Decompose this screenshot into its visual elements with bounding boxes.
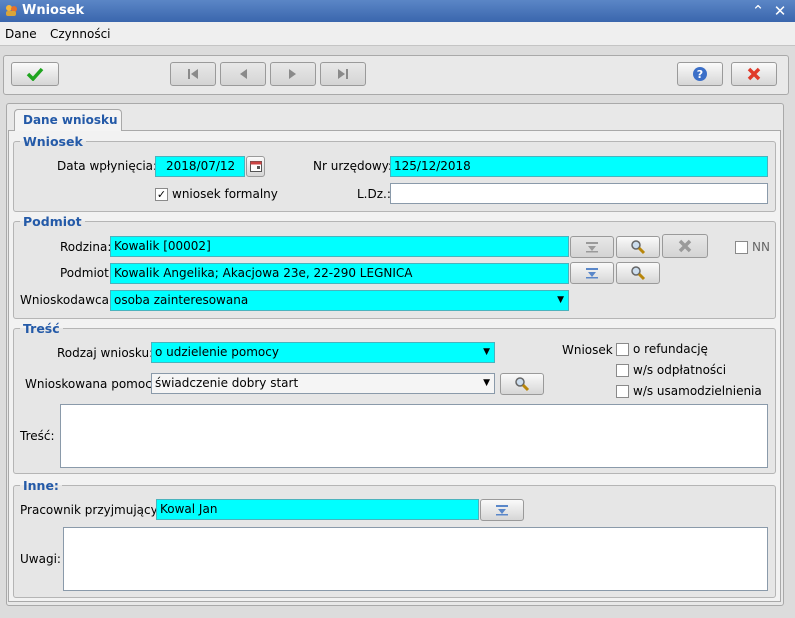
- tresc-textarea[interactable]: [60, 404, 768, 468]
- search-icon: [631, 266, 646, 281]
- refundacja-label: o refundację: [633, 342, 708, 356]
- prev-record-button[interactable]: [220, 62, 266, 86]
- select-list-icon: [496, 505, 508, 516]
- refundacja-checkbox[interactable]: [616, 343, 629, 356]
- check-icon: [26, 67, 44, 81]
- ldz-label: L.Dz.:: [357, 187, 391, 201]
- wnioskowana-pomoc-value: świadczenie dobry start: [155, 376, 299, 390]
- podmiot-search-button[interactable]: [616, 262, 660, 284]
- rodzina-clear-button[interactable]: [662, 234, 708, 258]
- delete-icon: [678, 239, 692, 253]
- first-record-button[interactable]: [170, 62, 216, 86]
- close-icon: [747, 67, 761, 81]
- podmiot-label: Podmiot:: [60, 266, 113, 280]
- skip-first-icon: [188, 69, 198, 79]
- data-wplyniecia-field[interactable]: 2018/07/12: [155, 156, 245, 177]
- data-wplyniecia-label: Data wpłynięcia:: [57, 159, 158, 173]
- chevron-down-icon: ▼: [483, 378, 490, 388]
- chevron-down-icon: ▼: [483, 347, 490, 357]
- chevron-down-icon: ▼: [557, 295, 564, 305]
- rodzaj-wniosku-label: Rodzaj wniosku:: [57, 346, 154, 360]
- menu-dane[interactable]: Dane: [5, 27, 37, 41]
- rodzaj-wniosku-select[interactable]: o udzielenie pomocy ▼: [151, 342, 495, 363]
- rodzaj-wniosku-value: o udzielenie pomocy: [155, 345, 279, 359]
- wnioskowana-pomoc-label: Wnioskowana pomoc:: [25, 377, 156, 391]
- group-podmiot-legend: Podmiot: [23, 214, 82, 229]
- wnioskodawca-select[interactable]: osoba zainteresowana ▼: [110, 290, 569, 311]
- podmiot-field[interactable]: Kowalik Angelika; Akacjowa 23e, 22-290 L…: [110, 263, 569, 284]
- nr-urzedowy-field[interactable]: 125/12/2018: [390, 156, 768, 177]
- tresc-label: Treść:: [20, 429, 55, 443]
- close-window-icon[interactable]: ✕: [770, 1, 790, 21]
- search-icon: [631, 240, 646, 255]
- wnioskowana-pomoc-select[interactable]: świadczenie dobry start ▼: [151, 373, 495, 394]
- svg-text:?: ?: [697, 68, 703, 81]
- help-icon: ?: [693, 67, 707, 81]
- usamodzielnienie-label: w/s usamodzielnienia: [633, 384, 762, 398]
- app-icon: [6, 5, 17, 16]
- rodzina-select-button[interactable]: [570, 236, 614, 258]
- select-list-icon: [586, 242, 598, 253]
- group-tresc-legend: Treść: [23, 321, 60, 336]
- group-wniosek-legend: Wniosek: [23, 134, 83, 149]
- title-bar: Wniosek ⌃ ✕: [0, 0, 795, 22]
- rodzina-search-button[interactable]: [616, 236, 660, 258]
- wniosek-formalny-checkbox[interactable]: ✓: [155, 188, 168, 201]
- cancel-button[interactable]: [731, 62, 777, 86]
- wniosek-options-label: Wniosek: [562, 343, 613, 357]
- window-title: Wniosek: [22, 3, 85, 18]
- odplatnosc-label: w/s odpłatności: [633, 363, 727, 377]
- wniosek-formalny-label: wniosek formalny: [172, 187, 278, 201]
- group-inne-legend: Inne:: [23, 478, 59, 493]
- uwagi-label: Uwagi:: [20, 552, 61, 566]
- menu-czynnosci[interactable]: Czynności: [50, 27, 111, 41]
- ldz-field[interactable]: [390, 183, 768, 204]
- pracownik-field[interactable]: Kowal Jan: [156, 499, 479, 520]
- minimize-icon[interactable]: ⌃: [748, 1, 768, 21]
- rodzina-label: Rodzina:: [60, 240, 112, 254]
- wnioskodawca-value: osoba zainteresowana: [114, 293, 249, 307]
- wnioskodawca-label: Wnioskodawca:: [20, 293, 114, 307]
- next-record-button[interactable]: [270, 62, 316, 86]
- pomoc-search-button[interactable]: [500, 373, 544, 395]
- rodzina-field[interactable]: Kowalik [00002]: [110, 236, 569, 257]
- calendar-button[interactable]: [246, 156, 265, 177]
- help-button[interactable]: ?: [677, 62, 723, 86]
- menu-bar: Dane Czynności: [0, 22, 795, 46]
- nn-label: NN: [752, 240, 770, 254]
- toolbar: [3, 55, 789, 95]
- pracownik-select-button[interactable]: [480, 499, 524, 521]
- search-icon: [515, 377, 530, 392]
- skip-last-icon: [338, 69, 348, 79]
- prev-icon: [240, 69, 247, 79]
- last-record-button[interactable]: [320, 62, 366, 86]
- uwagi-textarea[interactable]: [63, 527, 768, 591]
- usamodzielnienie-checkbox[interactable]: [616, 385, 629, 398]
- nr-urzedowy-label: Nr urzędowy:: [313, 159, 392, 173]
- calendar-icon: [249, 161, 262, 172]
- podmiot-select-button[interactable]: [570, 262, 614, 284]
- tab-dane-wniosku[interactable]: Dane wniosku: [14, 109, 122, 131]
- pracownik-label: Pracownik przyjmujący:: [20, 503, 161, 517]
- next-icon: [289, 69, 296, 79]
- select-list-icon: [586, 268, 598, 279]
- odplatnosc-checkbox[interactable]: [616, 364, 629, 377]
- confirm-button[interactable]: [11, 62, 59, 86]
- nn-checkbox[interactable]: [735, 241, 748, 254]
